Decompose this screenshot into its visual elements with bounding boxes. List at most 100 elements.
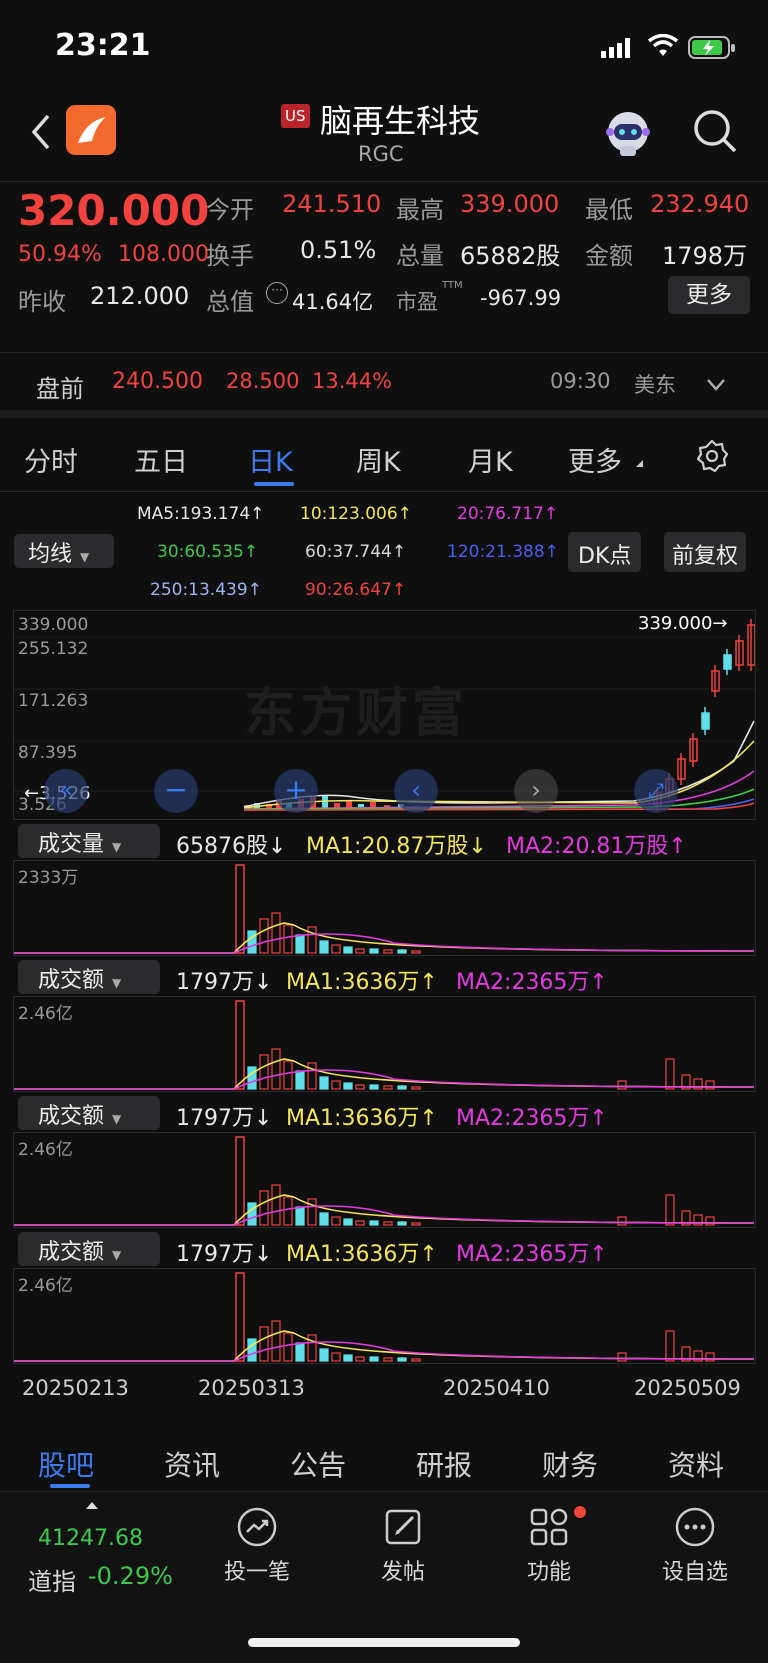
amount-ma2: MA2:2365万↑ [456, 1106, 608, 1131]
step-left-button[interactable]: ‹ [394, 769, 438, 813]
dropdown-arrow-icon: ▼ [80, 550, 90, 564]
tab-financials[interactable]: 财务 [542, 1444, 598, 1484]
quote-panel: 320.000 50.94% 108.000 昨收 212.000 今开 241… [0, 182, 768, 352]
tab-intraday[interactable]: 分时 [24, 440, 78, 479]
tab-more[interactable]: 更多 [568, 440, 622, 479]
stock-code: RGC [358, 142, 404, 166]
dk-point-button[interactable]: DK点 [568, 532, 642, 572]
volume-svg [14, 864, 755, 954]
bar [343, 1354, 353, 1362]
ma20-label: 20:76.717↑ [457, 504, 559, 524]
add-watchlist-button[interactable]: 设自选 [640, 1506, 750, 1586]
bar [397, 949, 407, 954]
amount-selector-3[interactable]: 成交额 ▼ [18, 1232, 160, 1266]
premarket-bar[interactable]: 盘前 240.500 28.500 13.44% 09:30 美东 [0, 352, 768, 418]
bar [383, 1357, 393, 1362]
tab-weekly-k[interactable]: 周K [356, 440, 401, 479]
index-widget[interactable]: 41247.68 道指 -0.29% [22, 1502, 192, 1596]
robot-assistant-icon[interactable] [600, 104, 656, 164]
status-bar: 23:21 [0, 0, 768, 90]
candle [701, 712, 710, 730]
bar [295, 1206, 305, 1226]
y-tick-max: 339.000 [18, 615, 89, 635]
amount-chart-2[interactable]: 2.46亿 [13, 1132, 756, 1228]
y-tick-3: 171.263 [18, 691, 89, 711]
invest-button[interactable]: 投一笔 [202, 1506, 312, 1586]
bar [617, 1080, 627, 1090]
bar [271, 1184, 281, 1226]
zoom-in-button[interactable]: + [274, 769, 318, 813]
search-icon[interactable] [692, 108, 738, 158]
reset-button[interactable]: ⤢ [634, 769, 678, 813]
last-price: 320.000 [18, 186, 210, 235]
tab-daily-k[interactable]: 日K [248, 440, 293, 479]
app-logo[interactable] [66, 105, 116, 155]
prev-close-label: 昨收 [18, 288, 66, 316]
bar [369, 1220, 379, 1226]
zoom-out-button[interactable]: − [154, 769, 198, 813]
amount-selector-2[interactable]: 成交额 ▼ [18, 1096, 160, 1130]
ma90-label: 90:26.647↑ [305, 580, 407, 600]
bar [331, 1352, 341, 1362]
home-indicator [248, 1638, 520, 1647]
notification-dot [574, 1506, 586, 1518]
functions-button[interactable]: 功能 [494, 1506, 604, 1586]
tab-announcements[interactable]: 公告 [290, 1444, 346, 1484]
settings-gear-icon[interactable] [694, 438, 730, 478]
tab-monthly-k[interactable]: 月K [468, 440, 513, 479]
bar [283, 1060, 293, 1090]
turnover-value: 0.51% [300, 236, 377, 264]
status-time: 23:21 [55, 28, 151, 63]
bar [665, 1058, 675, 1090]
tab-forum[interactable]: 股吧 [38, 1444, 94, 1484]
bar [369, 948, 379, 954]
post-button[interactable]: 发帖 [348, 1506, 458, 1586]
more-triangle-icon [636, 460, 643, 467]
tab-five-day[interactable]: 五日 [134, 440, 188, 479]
volume-chart[interactable]: 2333万 [13, 860, 756, 956]
ma30-label: 30:60.535↑ [157, 542, 259, 562]
bar [369, 1356, 379, 1362]
info-icon[interactable]: ··· [266, 282, 288, 304]
tab-research[interactable]: 研报 [416, 1444, 472, 1484]
bar [383, 1221, 393, 1226]
back-button[interactable] [28, 112, 52, 156]
stock-header: US 脑再生科技 RGC [0, 90, 768, 182]
amount-svg [14, 1136, 755, 1226]
volume-selector[interactable]: 成交量 ▼ [18, 824, 160, 858]
more-button[interactable]: 更多 [668, 276, 750, 314]
amount-selector-1[interactable]: 成交额 ▼ [18, 960, 160, 994]
ma-selector[interactable]: 均线 ▼ [14, 534, 114, 568]
amount-chart-3[interactable]: 2.46亿 [13, 1268, 756, 1364]
x-date-1: 20250213 [22, 1376, 129, 1400]
chevron-down-icon[interactable] [706, 377, 726, 396]
step-right-button[interactable]: › [514, 769, 558, 813]
premarket-pct: 13.44% [312, 369, 393, 393]
index-change: -0.29% [88, 1562, 173, 1590]
ma1-line [14, 1194, 755, 1226]
adjust-button[interactable]: 前复权 [664, 532, 747, 572]
bar [247, 1202, 257, 1226]
bar [307, 1334, 317, 1362]
dropdown-arrow-icon: ▼ [112, 1112, 122, 1126]
amount-chart-1[interactable]: 2.46亿 [13, 996, 756, 1092]
change-percent: 50.94% [18, 242, 102, 267]
tab-profile[interactable]: 资料 [668, 1444, 724, 1484]
dk-point-label: DK点 [578, 544, 632, 569]
bar [319, 1348, 329, 1362]
bar [705, 1080, 715, 1090]
bar [331, 1080, 341, 1090]
kline-chart[interactable]: 东方财富 339.000 255.132 171.263 87.395 3.52… [13, 610, 756, 820]
amount-value: 1797万↓ [176, 970, 273, 995]
turnover-label: 换手 [206, 242, 254, 270]
amount-ma2: MA2:2365万↑ [456, 970, 608, 995]
active-tab-indicator [254, 482, 294, 486]
bar [665, 1330, 675, 1362]
scroll-left-button[interactable]: « [44, 769, 88, 813]
ma1-line [14, 922, 755, 954]
volume-label: 总量 [396, 242, 444, 270]
tab-news[interactable]: 资讯 [164, 1444, 220, 1484]
bar [271, 1320, 281, 1362]
dropdown-arrow-icon: ▼ [112, 840, 122, 854]
bar [319, 940, 329, 954]
